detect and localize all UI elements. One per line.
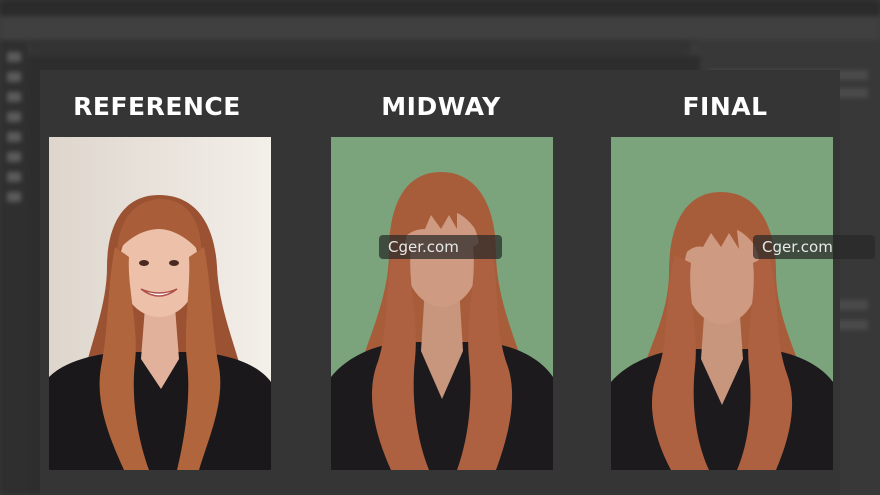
final-title: FINAL <box>682 92 768 121</box>
midway-portrait <box>331 137 553 470</box>
tool-icon <box>7 112 21 122</box>
tool-icon <box>7 172 21 182</box>
tool-icon <box>7 192 21 202</box>
watermark-label: Cger.com <box>379 235 502 259</box>
tool-icon <box>7 52 21 62</box>
midway-title: MIDWAY <box>381 92 501 121</box>
tool-icon <box>7 132 21 142</box>
final-portrait <box>611 137 833 470</box>
tool-icon <box>7 72 21 82</box>
document-tabs <box>30 41 690 55</box>
reference-portrait <box>49 137 271 470</box>
tool-panel <box>0 40 28 495</box>
midway-illustration <box>331 137 553 470</box>
reference-title: REFERENCE <box>73 92 241 121</box>
tool-icon <box>7 152 21 162</box>
reference-photo <box>49 137 271 470</box>
tool-icon <box>7 92 21 102</box>
watermark-label: Cger.com <box>753 235 875 259</box>
options-bar <box>0 16 880 41</box>
final-illustration <box>611 137 833 470</box>
menu-bar <box>0 0 880 16</box>
